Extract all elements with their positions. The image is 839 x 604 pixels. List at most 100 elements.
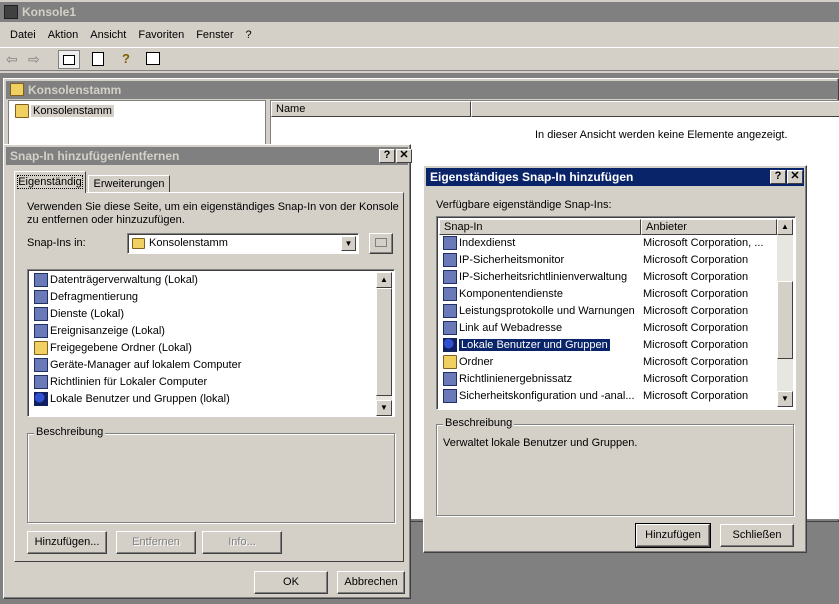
snapins-in-value: Konsolenstamm [149, 237, 228, 249]
console-root-titlebar[interactable]: Konsolenstamm [6, 81, 838, 99]
menu-fenster[interactable]: Fenster [190, 24, 239, 46]
tab-erweiterungen-label: Erweiterungen [93, 178, 165, 190]
col-snapin-header[interactable]: Snap-In [439, 219, 641, 235]
add-button[interactable]: Hinzufügen... [27, 531, 107, 554]
menu-ansicht[interactable]: Ansicht [84, 24, 132, 46]
scroll-up-icon[interactable]: ▲ [376, 272, 392, 288]
list-item-label: Ereignisanzeige (Lokal) [50, 325, 165, 337]
listbox-scrollbar[interactable]: ▲ ▼ [376, 272, 392, 416]
list-item[interactable]: Freigegebene Ordner (Lokal) [32, 340, 376, 357]
snapin-icon [34, 307, 48, 322]
empty-message: In dieser Ansicht werden keine Elemente … [535, 129, 788, 141]
help-icon[interactable]: ? [122, 51, 130, 66]
snapin-icon [443, 389, 457, 404]
table-row[interactable]: Ordner Microsoft Corporation [441, 354, 777, 371]
list-item[interactable]: Ereignisanzeige (Lokal) [32, 323, 376, 340]
snapin-name-cell: Leistungsprotokolle und Warnungen [459, 305, 635, 317]
table-row[interactable]: IP-Sicherheitsmonitor Microsoft Corporati… [441, 252, 777, 269]
snapin-icon [34, 273, 48, 288]
scroll-up-icon[interactable]: ▲ [777, 219, 793, 235]
scroll-down-icon[interactable]: ▼ [376, 400, 392, 416]
table-row[interactable]: Lokale Benutzer und Gruppen Microsoft Cor… [441, 337, 777, 354]
help-question-icon[interactable]: ? [379, 149, 395, 163]
list-item[interactable]: Richtlinien für Lokaler Computer [32, 374, 376, 391]
list-item[interactable]: Dienste (Lokal) [32, 306, 376, 323]
list-item[interactable]: Datenträgerverwaltung (Lokal) [32, 272, 376, 289]
snapin-name-cell: Sicherheitskonfiguration und -anal... [459, 390, 635, 402]
snapin-icon [443, 287, 457, 302]
table-row[interactable]: IP-Sicherheitsrichtlinienverwaltung Micro… [441, 269, 777, 286]
table-row[interactable]: Indexdienst Microsoft Corporation, ... [441, 235, 777, 252]
snapin-name-cell: Lokale Benutzer und Gruppen [458, 338, 611, 352]
snapin-icon [443, 372, 457, 387]
menu-favoriten[interactable]: Favoriten [132, 24, 190, 46]
table-row[interactable]: Komponentendienste Microsoft Corporation [441, 286, 777, 303]
snapins-in-label: Snap-Ins in: [27, 237, 86, 249]
scroll-down-icon[interactable]: ▼ [777, 391, 793, 407]
forward-arrow-icon[interactable]: ⇨ [28, 51, 40, 68]
vendor-cell: Microsoft Corporation [643, 373, 749, 385]
table-row[interactable]: Sicherheitskonfiguration und -anal... Mic… [441, 388, 777, 405]
info-button-label: Info... [228, 536, 256, 548]
tree-root-item[interactable]: Konsolenstamm [15, 103, 114, 119]
col-vendor-header[interactable]: Anbieter [641, 219, 777, 235]
extra-column-header[interactable] [471, 101, 839, 117]
cancel-button[interactable]: Abbrechen [337, 571, 405, 594]
snapin-name-cell: Richtlinienergebnissatz [459, 373, 573, 385]
listview-scrollbar[interactable]: ▲ ▼ [777, 219, 793, 407]
scroll-thumb[interactable] [376, 288, 392, 396]
list-item-label: Freigegebene Ordner (Lokal) [50, 342, 192, 354]
snapin-icon [34, 324, 48, 339]
table-row[interactable]: Link auf Webadresse Microsoft Corporation [441, 320, 777, 337]
scroll-thumb[interactable] [777, 281, 793, 359]
list-item-label: Datenträgerverwaltung (Lokal) [50, 274, 198, 286]
name-column-header[interactable]: Name [271, 101, 471, 117]
remove-button[interactable]: Entfernen [116, 531, 196, 554]
tab-eigenstaendig-label: Eigenständig [17, 175, 83, 189]
standalone-beschreibung-text: Verwaltet lokale Benutzer und Gruppen. [443, 437, 638, 449]
menu-help[interactable]: ? [240, 24, 258, 46]
list-item[interactable]: Geräte-Manager auf lokalem Computer [32, 357, 376, 374]
table-row[interactable]: Richtlinienergebnissatz Microsoft Corpora… [441, 371, 777, 388]
standalone-dialog-titlebar[interactable]: Eigenständiges Snap-In hinzufügen ? ✕ [426, 168, 804, 186]
intro-text: Verwenden Sie diese Seite, um ein eigens… [27, 201, 399, 226]
help-question-icon[interactable]: ? [770, 170, 786, 184]
standalone-dialog: Eigenständiges Snap-In hinzufügen ? ✕ Ve… [423, 165, 807, 553]
back-arrow-icon[interactable]: ⇦ [6, 51, 18, 68]
export-list-icon[interactable] [92, 52, 104, 66]
vendor-cell: Microsoft Corporation [643, 339, 749, 351]
snapin-name-cell: IP-Sicherheitsmonitor [459, 254, 565, 266]
tab-eigenstaendig[interactable]: Eigenständig [14, 171, 86, 193]
standalone-add-button[interactable]: Hinzufügen [635, 523, 711, 548]
chevron-down-icon[interactable]: ▼ [341, 236, 356, 251]
snapin-icon [34, 290, 48, 305]
menu-datei[interactable]: Datei [4, 24, 42, 46]
close-icon[interactable]: ✕ [396, 149, 412, 163]
tab-panel: Verwenden Sie diese Seite, um ein eigens… [14, 192, 404, 562]
snapin-icon [34, 341, 48, 356]
ok-button[interactable]: OK [254, 571, 328, 594]
snapins-in-combobox[interactable]: Konsolenstamm ▼ [127, 233, 359, 254]
vendor-cell: Microsoft Corporation [643, 271, 749, 283]
toolbar: ⇦ ⇨ ? [0, 47, 839, 71]
info-button[interactable]: Info... [202, 531, 282, 554]
vendor-cell: Microsoft Corporation [643, 305, 749, 317]
main-titlebar[interactable]: Konsole1 [0, 2, 839, 22]
tab-erweiterungen[interactable]: Erweiterungen [88, 175, 170, 193]
list-item[interactable]: Defragmentierung [32, 289, 376, 306]
close-icon[interactable]: ✕ [787, 170, 803, 184]
menu-aktion[interactable]: Aktion [42, 24, 85, 46]
name-column-label: Name [276, 103, 306, 115]
col-snapin-label: Snap-In [444, 221, 483, 233]
snapin-dialog-titlebar[interactable]: Snap-In hinzufügen/entfernen ? ✕ [6, 147, 412, 165]
console-icon [10, 83, 24, 96]
table-row[interactable]: Leistungsprotokolle und Warnungen Microso… [441, 303, 777, 320]
browse-folder-button[interactable] [369, 233, 393, 254]
list-item[interactable]: Lokale Benutzer und Gruppen (lokal) [32, 391, 376, 408]
close-button[interactable]: Schließen [720, 524, 794, 547]
snapin-name-cell: IP-Sicherheitsrichtlinienverwaltung [459, 271, 628, 283]
show-hide-tree-icon[interactable] [58, 50, 80, 69]
show-hide-action-icon[interactable] [146, 52, 160, 65]
snapin-icon [443, 253, 457, 268]
snapin-icon [443, 270, 457, 285]
